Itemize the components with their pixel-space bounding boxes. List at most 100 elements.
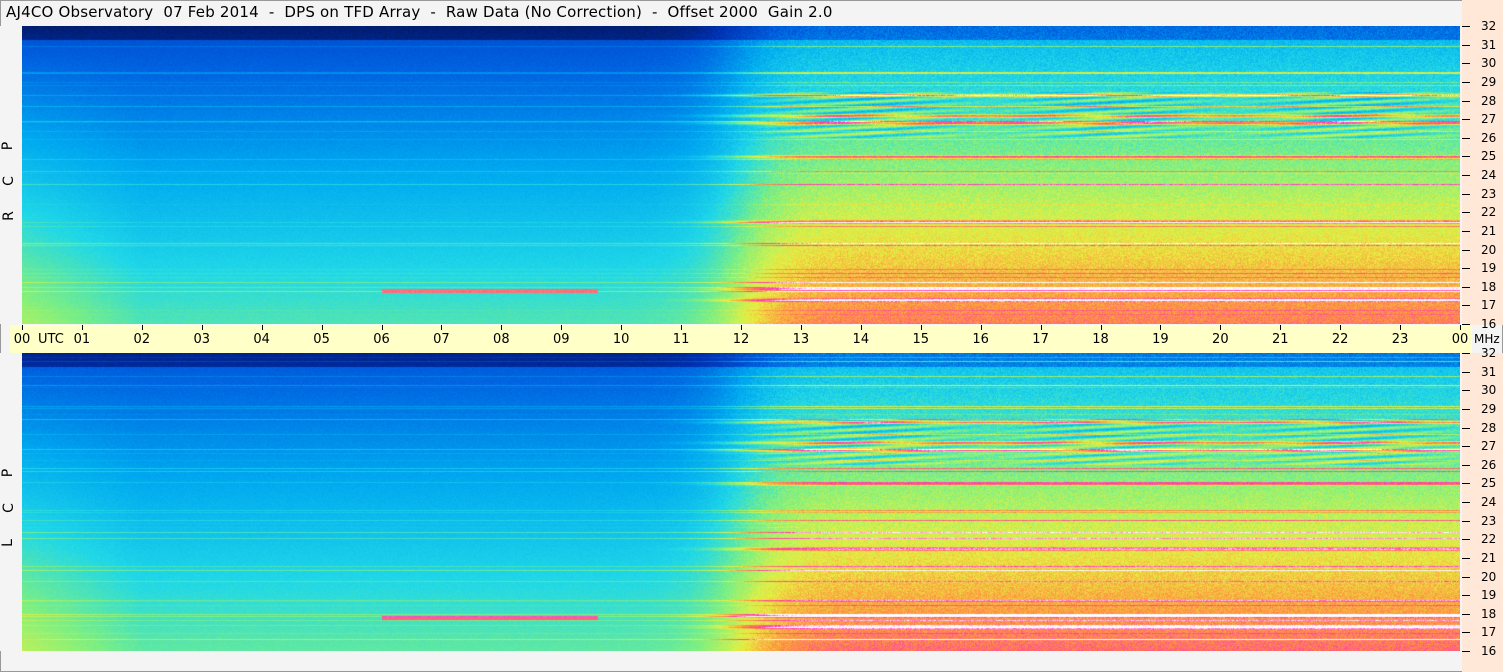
rcp-side-label: R C P — [0, 26, 22, 324]
y-tick-mark — [1462, 119, 1470, 121]
x-tick-mark — [561, 325, 563, 330]
y-tick-mark — [1462, 324, 1470, 325]
y-tick-mark — [1462, 305, 1470, 307]
y-tick-mark — [1462, 193, 1470, 195]
y-tick-mark — [1462, 63, 1470, 65]
right-axis-bottom — [1462, 353, 1503, 672]
y-tick-label: 31 — [1481, 364, 1497, 379]
y-tick-mark — [1462, 81, 1470, 83]
x-tick-mark — [261, 325, 263, 330]
x-tick-label: 09 — [552, 332, 570, 347]
y-tick-label: 20 — [1481, 569, 1497, 584]
y-tick-mark — [1462, 371, 1470, 373]
y-tick-label: 32 — [1481, 19, 1497, 33]
x-tick-mark — [1340, 325, 1342, 330]
x-tick-mark — [1280, 325, 1282, 330]
polarization-letter: C — [0, 503, 17, 513]
y-tick-mark — [1462, 408, 1470, 410]
x-tick-label: 22 — [1331, 332, 1349, 347]
y-tick-label: 16 — [1481, 644, 1497, 658]
chart-title: AJ4CO Observatory 07 Feb 2014 - DPS on T… — [6, 3, 833, 21]
x-tick-label: 17 — [1032, 332, 1049, 347]
y-tick-label: 26 — [1481, 457, 1497, 472]
y-tick-label: 16 — [1481, 317, 1497, 331]
y-tick-mark — [1462, 156, 1470, 158]
y-axis-unit-label: MHz — [1474, 332, 1500, 346]
x-tick-label: 11 — [672, 332, 690, 347]
x-tick-mark — [800, 325, 802, 330]
y-tick-label: 29 — [1481, 401, 1497, 416]
x-tick-label: 12 — [732, 332, 750, 347]
y-tick-mark — [1462, 44, 1470, 46]
y-tick-label: 22 — [1481, 532, 1497, 547]
polarization-letter: R — [0, 211, 17, 221]
x-tick-label: 15 — [912, 332, 930, 347]
x-tick-label: 13 — [792, 332, 810, 347]
x-tick-mark — [1160, 325, 1162, 330]
lcp-spectrogram — [22, 353, 1460, 651]
x-tick-label: 07 — [433, 332, 450, 347]
x-tick-mark — [1100, 325, 1102, 330]
y-tick-mark — [1462, 353, 1470, 354]
lcp-heatmap-canvas — [22, 353, 1460, 651]
x-tick-label: 10 — [612, 332, 630, 347]
rcp-spectrogram — [22, 26, 1460, 324]
y-tick-label: 18 — [1481, 606, 1497, 621]
y-tick-label: 27 — [1481, 112, 1497, 127]
lcp-side-label: L C P — [0, 353, 22, 651]
y-tick-label: 29 — [1481, 74, 1497, 89]
x-tick-label: 16 — [972, 332, 989, 347]
y-tick-mark — [1462, 613, 1470, 615]
y-tick-label: 30 — [1481, 383, 1497, 398]
x-tick-mark — [741, 325, 742, 330]
y-tick-mark — [1462, 137, 1470, 139]
x-tick-label: 00 — [13, 332, 31, 347]
x-tick-label: 02 — [133, 332, 151, 347]
x-tick-label: 21 — [1271, 332, 1289, 347]
y-tick-mark — [1462, 539, 1470, 541]
y-tick-mark — [1462, 576, 1470, 578]
y-tick-label: 22 — [1481, 205, 1497, 220]
y-tick-mark — [1462, 230, 1470, 232]
y-tick-label: 19 — [1481, 588, 1497, 603]
y-tick-label: 23 — [1481, 186, 1497, 201]
y-tick-label: 26 — [1481, 130, 1497, 145]
y-tick-label: 32 — [1481, 346, 1497, 360]
y-tick-label: 27 — [1481, 439, 1497, 454]
x-tick-label: 06 — [373, 332, 390, 347]
y-tick-label: 17 — [1481, 625, 1497, 640]
x-tick-mark — [1400, 325, 1402, 330]
rcp-heatmap-canvas — [22, 26, 1460, 324]
y-tick-mark — [1462, 483, 1470, 485]
y-tick-mark — [1462, 26, 1470, 27]
x-tick-mark — [321, 325, 323, 330]
y-tick-mark — [1462, 557, 1470, 559]
x-tick-label: 20 — [1212, 332, 1229, 347]
x-tick-label: 00 — [1451, 332, 1469, 347]
y-tick-mark — [1462, 651, 1470, 652]
y-tick-label: 23 — [1481, 513, 1497, 528]
y-tick-mark — [1462, 175, 1470, 176]
y-tick-label: 17 — [1481, 298, 1497, 313]
x-axis-unit-label: UTC — [38, 332, 64, 347]
y-tick-label: 20 — [1481, 242, 1497, 257]
polarization-letter: P — [0, 141, 17, 151]
x-tick-mark — [141, 325, 143, 330]
y-tick-label: 31 — [1481, 37, 1497, 52]
y-tick-label: 24 — [1481, 495, 1497, 509]
x-tick-mark — [860, 325, 862, 330]
y-tick-mark — [1462, 464, 1470, 466]
x-tick-mark — [1460, 325, 1461, 330]
y-tick-label: 28 — [1481, 420, 1497, 435]
y-tick-label: 30 — [1481, 56, 1497, 71]
x-tick-mark — [201, 325, 203, 330]
x-tick-mark — [1220, 325, 1222, 330]
y-tick-mark — [1462, 502, 1470, 503]
x-tick-mark — [441, 325, 443, 330]
y-tick-mark — [1462, 427, 1470, 429]
y-tick-mark — [1462, 100, 1470, 102]
x-tick-label: 14 — [852, 332, 870, 347]
y-tick-mark — [1462, 390, 1470, 392]
y-tick-mark — [1462, 268, 1470, 270]
y-tick-label: 21 — [1481, 223, 1497, 238]
